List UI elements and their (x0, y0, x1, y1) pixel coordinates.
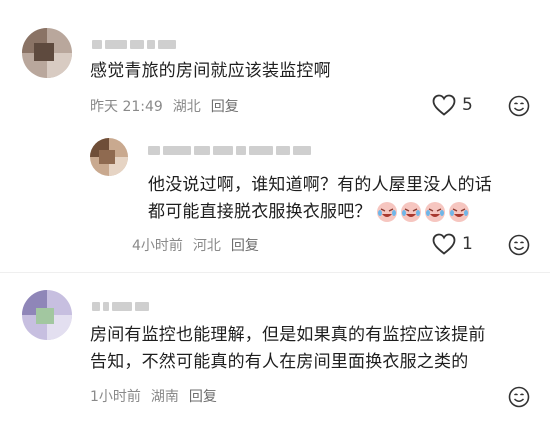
comment-line-2-wrap: 都可能直接脱衣服换衣服吧？ (148, 199, 538, 226)
like-button[interactable]: 1 (432, 233, 473, 255)
divider (0, 272, 550, 273)
reply-button[interactable]: 回复 (189, 386, 217, 406)
reply-button[interactable]: 回复 (211, 96, 239, 116)
comment-text: 房间有监控也能理解，但是如果真的有监控应该提前 告知，不然可能真的有人在房间里面… (90, 322, 540, 376)
smiley-icon[interactable] (508, 386, 530, 408)
smiley-icon[interactable] (508, 234, 530, 256)
timestamp: 4小时前 (132, 238, 183, 254)
comment-text: 他没说过啊，谁知道啊？有的人屋里没人的话 都可能直接脱衣服换衣服吧？ (148, 172, 538, 226)
avatar[interactable] (22, 28, 72, 78)
comment-meta: 昨天 21:49 湖北 回复 (90, 96, 239, 116)
comment-line-2: 告知，不然可能真的有人在房间里面换衣服之类的 (90, 352, 469, 372)
username-blurred[interactable] (92, 300, 149, 312)
heart-icon (432, 94, 456, 116)
location: 湖南 (150, 389, 179, 405)
like-button[interactable]: 5 (432, 94, 473, 116)
crying-laughing-face-icon (448, 202, 469, 222)
like-count: 5 (462, 95, 473, 115)
smiley-icon[interactable] (508, 95, 530, 117)
comment-meta: 1小时前 湖南 回复 (90, 386, 217, 406)
crying-laughing-face-icon (424, 202, 445, 222)
emoji-group (376, 201, 470, 223)
avatar[interactable] (22, 290, 72, 340)
comment-line-2: 都可能直接脱衣服换衣服吧？ (148, 202, 372, 222)
location: 河北 (192, 238, 221, 254)
timestamp: 1小时前 (90, 389, 141, 405)
crying-laughing-face-icon (376, 202, 397, 222)
avatar[interactable] (90, 138, 128, 176)
comment-text: 感觉青旅的房间就应该装监控啊 (90, 61, 331, 81)
timestamp: 昨天 21:49 (90, 99, 163, 115)
comment-meta: 4小时前 河北 回复 (132, 235, 259, 255)
comment-line-1: 他没说过啊，谁知道啊？有的人屋里没人的话 (148, 175, 492, 195)
reply-button[interactable]: 回复 (231, 235, 259, 255)
comment-line-1: 房间有监控也能理解，但是如果真的有监控应该提前 (90, 325, 486, 345)
crying-laughing-face-icon (400, 202, 421, 222)
like-count: 1 (462, 234, 473, 254)
heart-icon (432, 233, 456, 255)
username-blurred[interactable] (148, 144, 311, 156)
location: 湖北 (172, 99, 201, 115)
username-blurred[interactable] (92, 38, 176, 50)
